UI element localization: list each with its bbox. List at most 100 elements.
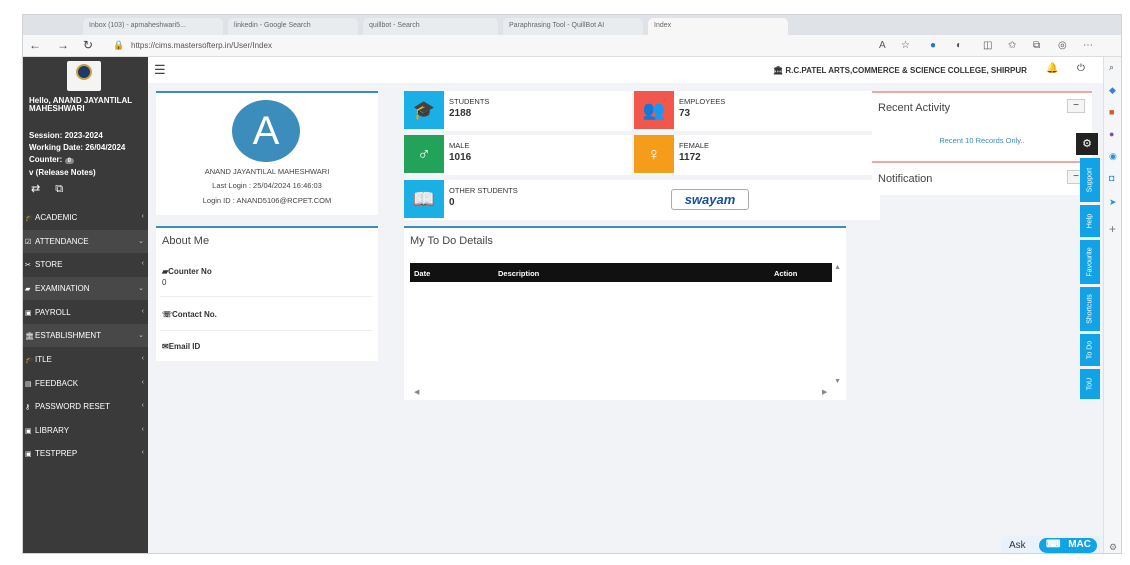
browser-tab[interactable]: Paraphrasing Tool - QuillBot AI — [503, 18, 643, 35]
book-icon: 📖 — [404, 180, 444, 218]
switch-icon[interactable]: ⇄ — [31, 183, 40, 195]
phone-icon: ☏ — [162, 310, 173, 319]
extension-icon[interactable]: ◐ — [956, 40, 962, 51]
profile-card: A ANAND JAYANTILAL MAHESHWARI Last Login… — [156, 91, 378, 215]
collections-icon[interactable]: ⧉ — [1033, 40, 1040, 51]
todo-tab[interactable]: To Do — [1080, 334, 1100, 366]
notification-title: Notification — [878, 173, 933, 185]
notification-bell-icon[interactable]: 🔔 — [1046, 63, 1058, 74]
extension-icon[interactable]: ● — [930, 40, 936, 51]
back-icon[interactable]: ← — [29, 38, 41, 52]
sidebar-item-establishment[interactable]: 🏛ESTABLISHMENT ⌄ — [23, 324, 148, 347]
scroll-left-icon[interactable]: ◀ — [414, 388, 419, 396]
sidebar: Hello, ANAND JAYANTILAL MAHESHWARI Sessi… — [23, 57, 148, 553]
greeting-text: Hello, ANAND JAYANTILAL MAHESHWARI — [29, 96, 132, 113]
extension-icon[interactable]: ◘ — [1109, 173, 1114, 183]
login-id-text: Login ID : ANAND5106@RCPET.COM — [202, 196, 332, 205]
sidebar-item-payroll[interactable]: ▣ PAYROLL ‹ — [23, 301, 148, 324]
todo-table-header: Date Description Action — [410, 263, 832, 282]
people-icon[interactable]: ● — [1109, 129, 1114, 139]
shopping-icon[interactable]: ■ — [1109, 107, 1114, 117]
favorites-icon[interactable]: ✩ — [1008, 40, 1016, 51]
college-logo — [67, 61, 101, 91]
sidebar-item-attendance[interactable]: ☑ ATTENDANCE ⌄ — [23, 230, 148, 253]
sidebar-quick-icons: ⇄ ⧉ — [31, 182, 63, 196]
favorite-star-icon[interactable]: ☆ — [901, 40, 910, 51]
sidebar-item-feedback[interactable]: ▤ FEEDBACK ‹ — [23, 372, 148, 395]
other-students-stat[interactable]: 📖 OTHER STUDENTS 0 swayam — [404, 180, 880, 220]
stat-label: MALE — [449, 141, 470, 150]
copy-icon[interactable]: ⧉ — [55, 183, 63, 195]
browser-tab[interactable]: linkedin - Google Search — [228, 18, 358, 35]
scroll-up-icon[interactable]: ▲ — [834, 264, 841, 271]
profile-icon[interactable]: ◎ — [1058, 40, 1067, 51]
column-date[interactable]: Date — [414, 269, 430, 278]
male-stat[interactable]: ♂ MALE 1016 — [404, 135, 632, 175]
check-square-icon: ☑ — [25, 239, 32, 246]
stat-label: FEMALE — [679, 141, 710, 150]
about-me-title: About Me — [162, 235, 210, 247]
scroll-down-icon[interactable]: ▼ — [834, 378, 841, 385]
support-tab[interactable]: Support — [1080, 158, 1100, 202]
browser-tab[interactable]: Inbox (103) - apmaheshwari5... — [83, 18, 223, 35]
female-stat[interactable]: ♀ FEMALE 1172 — [634, 135, 880, 175]
collapse-recent-button[interactable]: − — [1067, 99, 1085, 113]
column-action[interactable]: Action — [774, 269, 797, 278]
stat-value: 2188 — [449, 108, 472, 119]
ask-mac-widget[interactable]: Ask ⌨ MAC — [1001, 536, 1101, 553]
key-icon: ⚷ — [25, 404, 31, 411]
browser-tab-active[interactable]: Index — [648, 18, 788, 35]
session-text: Session: 2023-2024 — [29, 131, 103, 140]
read-aloud-icon[interactable]: A — [879, 40, 886, 51]
forward-icon[interactable]: → — [57, 38, 69, 52]
hamburger-menu-icon[interactable]: ☰ — [154, 62, 166, 78]
shortcuts-tab[interactable]: Shortcuts — [1080, 287, 1100, 331]
stat-label: EMPLOYEES — [679, 97, 726, 106]
counter-badge: 0 — [64, 158, 74, 164]
bank-icon: 🏛 — [773, 66, 786, 75]
release-notes-link[interactable]: v (Release Notes) — [29, 168, 96, 177]
sidebar-item-library[interactable]: ▣ LIBRARY ‹ — [23, 419, 148, 442]
outlook-icon[interactable]: ◉ — [1109, 151, 1117, 162]
scroll-right-icon[interactable]: ▶ — [822, 388, 827, 396]
settings-icon[interactable]: ⚙ — [1109, 542, 1117, 553]
browser-tab[interactable]: quillbot - Search — [363, 18, 498, 35]
mac-chat-button[interactable]: ⌨ MAC — [1039, 538, 1097, 553]
book-icon: ▰ — [25, 286, 31, 293]
library-icon: ▣ — [25, 428, 32, 435]
add-icon[interactable]: + — [1109, 222, 1116, 236]
students-stat[interactable]: 🎓 STUDENTS 2188 — [404, 91, 632, 131]
tou-tab[interactable]: ToU — [1080, 369, 1100, 399]
power-icon[interactable]: ⏻ — [1077, 63, 1085, 74]
sidebar-item-store[interactable]: ✂ STORE ‹ — [23, 253, 148, 276]
employees-stat[interactable]: 👥 EMPLOYEES 73 — [634, 91, 880, 131]
favourite-tab[interactable]: Favourite — [1080, 240, 1100, 284]
comment-icon: ▤ — [25, 381, 32, 388]
recent-activity-note: Recent 10 Records Only.. — [939, 136, 1025, 145]
sidebar-item-academic[interactable]: 🎓ACADEMIC ‹ — [23, 206, 148, 229]
stat-label: STUDENTS — [449, 97, 490, 106]
search-icon[interactable]: ⌕ — [1109, 62, 1114, 73]
sidebar-item-testprep[interactable]: ▣ TESTPREP ‹ — [23, 442, 148, 465]
send-icon[interactable]: ➤ — [1109, 197, 1117, 208]
split-screen-icon[interactable]: ◫ — [983, 40, 992, 51]
help-tab[interactable]: Help — [1080, 205, 1100, 237]
sidebar-item-password-reset[interactable]: ⚷ PASSWORD RESET ‹ — [23, 395, 148, 418]
notification-panel: Notification − — [872, 161, 1092, 195]
todo-card: My To Do Details Date Description Action… — [404, 226, 846, 400]
extension-icon[interactable]: ◆ — [1109, 85, 1116, 96]
sidebar-item-examination[interactable]: ▰ EXAMINATION ⌄ — [23, 277, 148, 300]
money-icon: ▣ — [25, 310, 32, 317]
column-description[interactable]: Description — [498, 269, 539, 278]
recent-activity-title: Recent Activity — [878, 102, 951, 114]
counter-no-label: ▰Counter No — [162, 267, 212, 276]
stat-value: 1016 — [449, 152, 472, 163]
more-icon[interactable]: ⋯ — [1083, 40, 1093, 51]
browser-sidebar-rail: ⌕ ◆ ■ ● ◉ ◘ ➤ + ⚙ — [1103, 57, 1121, 553]
swayam-logo[interactable]: swayam — [671, 189, 749, 210]
sidebar-item-itle[interactable]: 🎓ITLE ‹ — [23, 348, 148, 371]
url-field[interactable]: https://cims.mastersofterp.in/User/Index — [131, 41, 272, 50]
ask-label: Ask — [1009, 540, 1026, 551]
settings-gear-icon[interactable]: ⚙ — [1076, 133, 1098, 155]
refresh-icon[interactable]: ↻ — [83, 38, 93, 52]
